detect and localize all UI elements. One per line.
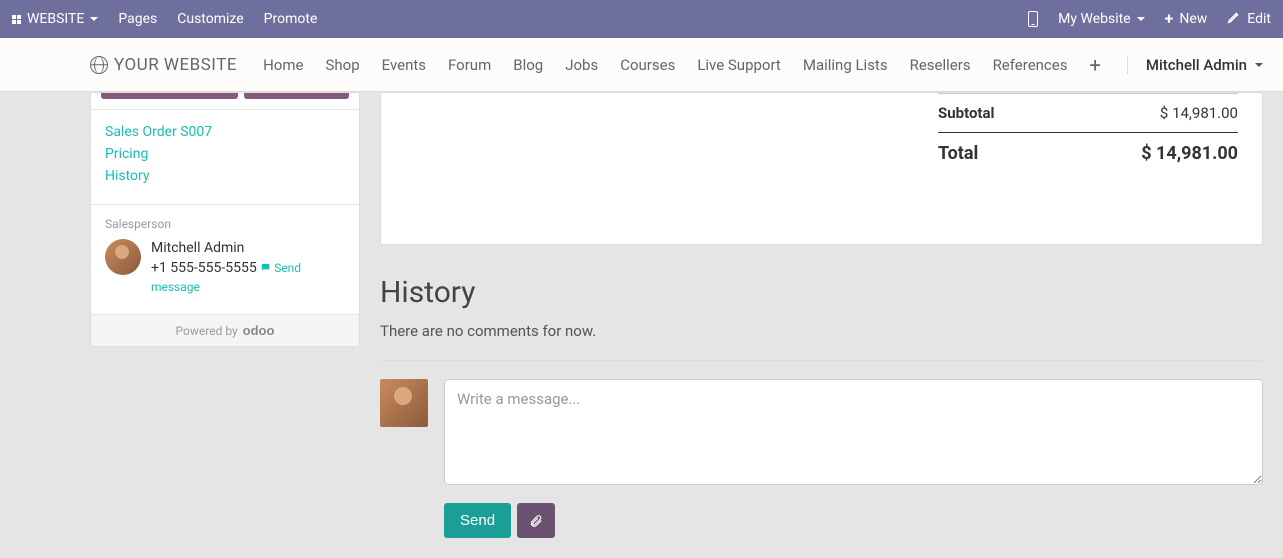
- pencil-icon: [1227, 10, 1241, 28]
- subtotal-value: $ 14,981.00: [1160, 104, 1238, 122]
- salesperson-label: Salesperson: [105, 217, 345, 231]
- divider: [380, 360, 1263, 361]
- nav-blog[interactable]: Blog: [513, 56, 543, 74]
- brand-logo[interactable]: YOUR WEBSITE: [90, 55, 237, 75]
- sidebar-link-order[interactable]: Sales Order S007: [105, 124, 345, 140]
- nav-resellers[interactable]: Resellers: [910, 56, 971, 74]
- order-card: Subtotal $ 14,981.00 Total $ 14,981.00: [380, 92, 1263, 245]
- send-button[interactable]: Send: [444, 503, 511, 538]
- globe-icon: [90, 56, 108, 74]
- nav-events[interactable]: Events: [382, 56, 426, 74]
- plus-icon: +: [1165, 11, 1174, 27]
- attach-button[interactable]: [517, 503, 555, 538]
- salesperson-phone: +1 555-555-5555: [151, 260, 257, 276]
- my-website-dropdown[interactable]: My Website: [1058, 11, 1144, 27]
- sidebar-link-pricing[interactable]: Pricing: [105, 146, 345, 162]
- total-label: Total: [938, 143, 978, 164]
- edit-button[interactable]: Edit: [1227, 10, 1271, 28]
- avatar: [105, 239, 141, 275]
- website-label: WEBSITE: [27, 11, 84, 27]
- history-title: History: [380, 275, 1263, 310]
- salesperson-name: Mitchell Admin: [151, 239, 345, 259]
- nav-jobs[interactable]: Jobs: [565, 56, 598, 74]
- user-name: Mitchell Admin: [1146, 56, 1247, 74]
- nav-home[interactable]: Home: [263, 56, 303, 74]
- history-empty-message: There are no comments for now.: [380, 322, 1263, 340]
- promote-menu[interactable]: Promote: [264, 11, 318, 27]
- chevron-down-icon: [1255, 63, 1263, 67]
- edit-label: Edit: [1247, 11, 1271, 27]
- sidebar-action-button[interactable]: [244, 93, 349, 99]
- website-dropdown[interactable]: WEBSITE: [12, 11, 98, 27]
- subtotal-row: Subtotal $ 14,981.00: [938, 93, 1238, 132]
- chevron-down-icon: [1137, 17, 1145, 21]
- nav-shop[interactable]: Shop: [325, 56, 359, 74]
- paperclip-icon: [529, 514, 543, 528]
- my-website-label: My Website: [1058, 11, 1130, 27]
- new-button[interactable]: + New: [1165, 11, 1208, 27]
- powered-by: Powered by odoo: [91, 314, 359, 346]
- sidebar-link-history[interactable]: History: [105, 168, 345, 184]
- avatar: [380, 379, 428, 427]
- pages-menu[interactable]: Pages: [118, 11, 157, 27]
- message-input[interactable]: [444, 379, 1263, 485]
- total-value: $ 14,981.00: [1141, 143, 1238, 164]
- brand-text: YOUR WEBSITE: [114, 55, 237, 75]
- sidebar-action-button[interactable]: [101, 93, 238, 99]
- apps-icon: [12, 15, 21, 24]
- customize-menu[interactable]: Customize: [177, 11, 243, 27]
- total-row: Total $ 14,981.00: [938, 132, 1238, 174]
- nav-courses[interactable]: Courses: [620, 56, 675, 74]
- odoo-logo: odoo: [243, 323, 275, 338]
- nav-live-support[interactable]: Live Support: [697, 56, 781, 74]
- user-dropdown[interactable]: Mitchell Admin: [1127, 56, 1263, 74]
- subtotal-label: Subtotal: [938, 104, 995, 122]
- new-label: New: [1179, 11, 1207, 27]
- nav-add-button[interactable]: +: [1089, 55, 1100, 75]
- sidebar: Sales Order S007 Pricing History Salespe…: [90, 92, 360, 347]
- nav-references[interactable]: References: [993, 56, 1068, 74]
- chevron-down-icon: [90, 17, 98, 21]
- nav-forum[interactable]: Forum: [448, 56, 491, 74]
- mobile-icon: [1028, 11, 1038, 27]
- mobile-preview-button[interactable]: [1028, 11, 1038, 27]
- nav-mailing-lists[interactable]: Mailing Lists: [803, 56, 888, 74]
